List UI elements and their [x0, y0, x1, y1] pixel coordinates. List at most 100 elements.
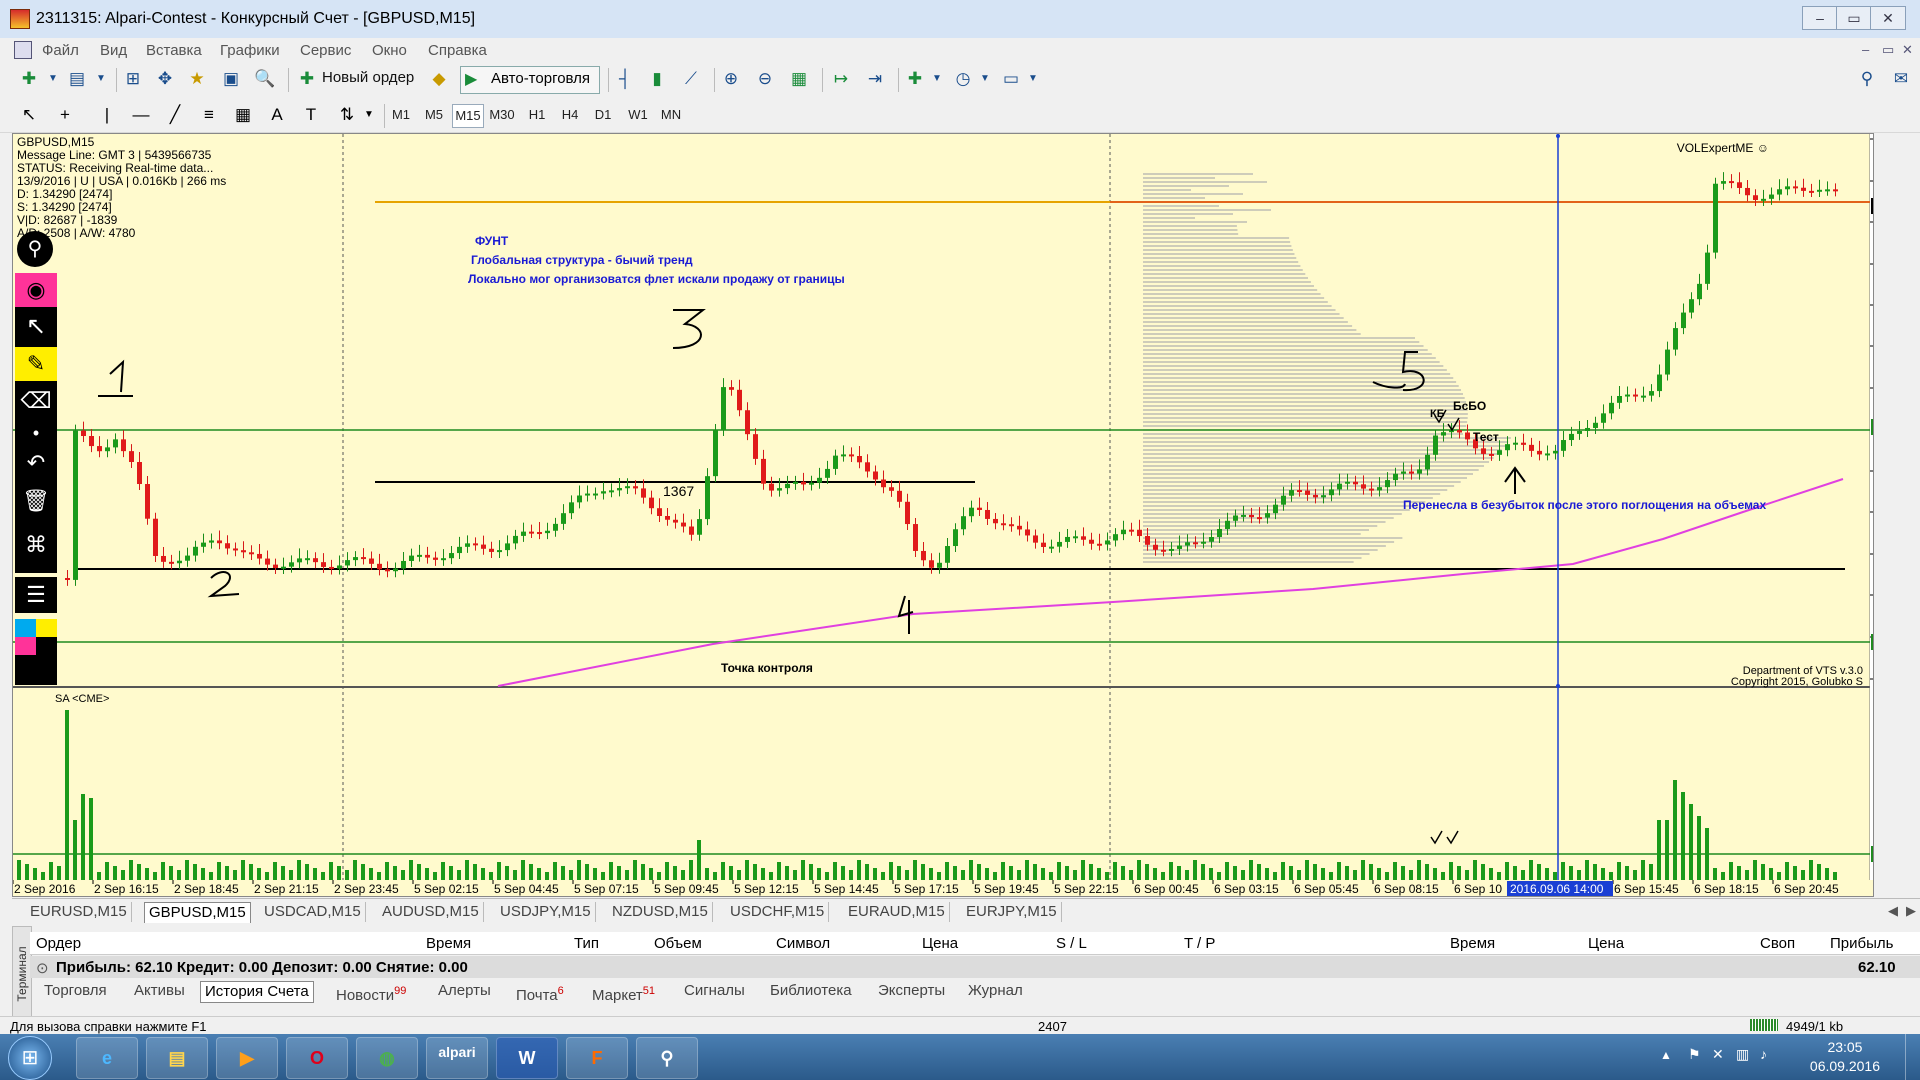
eraser-icon[interactable]: ⌫ [15, 383, 57, 419]
time-axis[interactable]: 2 Sep 2016 2 Sep 16:15 2 Sep 18:45 2 Sep 21… [12, 880, 1839, 896]
chart-shift-icon[interactable]: ⇥ [864, 68, 886, 90]
chrome-icon[interactable]: ◍ [356, 1037, 418, 1079]
chevron-down-icon[interactable]: ▼ [358, 104, 380, 126]
color-swatch-black[interactable] [36, 637, 57, 655]
tester-icon[interactable]: 🔍 [254, 68, 276, 90]
chart-tab-usdchf[interactable]: USDCHF,M15 [726, 902, 830, 922]
menu-file[interactable]: Файл [42, 42, 79, 59]
chart-tab-nzdusd[interactable]: NZDUSD,M15 [608, 902, 713, 922]
start-button[interactable]: ⊞ [8, 1036, 52, 1080]
camera-icon[interactable]: ⌘ [15, 527, 57, 563]
tray-expand-icon[interactable]: ▲ [1660, 1048, 1672, 1062]
tab-market[interactable]: Маркет51 [588, 981, 659, 1004]
tab-trade[interactable]: Торговля [40, 981, 111, 1001]
tile-windows-icon[interactable]: ▦ [788, 68, 810, 90]
tab-alerts[interactable]: Алерты [434, 981, 495, 1001]
tray-flag-icon[interactable]: ⚑ [1688, 1046, 1701, 1063]
opera-icon[interactable]: O [286, 1037, 348, 1079]
arrows-icon[interactable]: ⇅ [336, 104, 358, 126]
column-swap[interactable]: Своп [1760, 935, 1795, 952]
auto-scroll-icon[interactable]: ↦ [830, 68, 852, 90]
column-close-time[interactable]: Время [1450, 935, 1495, 952]
fibonacci-icon[interactable]: ≡ [198, 104, 220, 126]
column-close-price[interactable]: Цена [1588, 935, 1624, 952]
menu-tools[interactable]: Сервис [300, 42, 351, 59]
chevron-down-icon[interactable]: ▼ [90, 68, 112, 90]
column-open-time[interactable]: Время [426, 935, 471, 952]
timeframe-m1[interactable]: M1 [386, 104, 416, 126]
system-clock[interactable]: 23:05 06.09.2016 [1810, 1038, 1880, 1076]
eye-icon[interactable]: ◉ [15, 273, 57, 307]
chart-tab-usdjpy[interactable]: USDJPY,M15 [496, 902, 596, 922]
timeframe-d1[interactable]: D1 [588, 104, 618, 126]
pointer-icon[interactable]: ↖ [15, 309, 57, 345]
search-icon[interactable]: ⚲ [1856, 68, 1878, 90]
chevron-right-icon[interactable]: ▶ [1906, 903, 1916, 919]
line-chart-icon[interactable]: ⟋ [680, 68, 702, 90]
dot-icon[interactable]: • [15, 421, 57, 445]
folder-icon[interactable]: ▤ [146, 1037, 208, 1079]
data-window-icon[interactable]: ✥ [154, 68, 176, 90]
timeframe-mn[interactable]: MN [656, 104, 686, 126]
chevron-down-icon[interactable]: ▼ [926, 68, 948, 90]
chevron-down-icon[interactable]: ▼ [42, 68, 64, 90]
volume-panel[interactable] [13, 688, 1873, 880]
menu-help[interactable]: Справка [428, 42, 487, 59]
close-button[interactable]: ✕ [1870, 6, 1906, 30]
chart-tab-audusd[interactable]: AUDUSD,M15 [378, 902, 484, 922]
mdi-close-button[interactable]: ✕ [1902, 42, 1913, 58]
column-take-profit[interactable]: T / P [1184, 935, 1215, 952]
tab-mailbox[interactable]: Почта6 [512, 981, 568, 1004]
menu-view[interactable]: Вид [100, 42, 127, 59]
alpari-app-icon[interactable]: alpari [426, 1037, 488, 1079]
tag-icon[interactable]: ✎ [15, 347, 57, 381]
undo-icon[interactable]: ↶ [15, 445, 57, 481]
autotrading-button[interactable]: ▶ Авто-торговля [460, 66, 600, 94]
bar-chart-icon[interactable]: ┤ [614, 68, 636, 90]
price-panel[interactable] [13, 134, 1873, 686]
mdi-minimize-button[interactable]: – [1862, 42, 1869, 57]
vertical-line-icon[interactable]: | [96, 104, 118, 126]
metaeditor-icon[interactable]: ◆ [428, 68, 450, 90]
column-profit[interactable]: Прибыль [1830, 935, 1893, 952]
zoom-out-icon[interactable]: ⊖ [754, 68, 776, 90]
templates-icon[interactable]: ▭ [1000, 68, 1022, 90]
channel-icon[interactable]: ▦ [232, 104, 254, 126]
timeframe-m30[interactable]: M30 [487, 104, 517, 126]
chart-window[interactable]: GBPUSD,M15 Message Line: GMT 3 | 5439566… [12, 133, 1920, 897]
column-volume[interactable]: Объем [654, 935, 702, 952]
column-stop-loss[interactable]: S / L [1056, 935, 1087, 952]
menu-window[interactable]: Окно [372, 42, 407, 59]
cursor-icon[interactable]: ↖ [18, 104, 40, 126]
column-symbol[interactable]: Символ [776, 935, 830, 952]
minimize-button[interactable]: – [1802, 6, 1838, 30]
trendline-icon[interactable]: ╱ [164, 104, 186, 126]
new-order-icon[interactable]: ✚ [296, 68, 318, 90]
column-type[interactable]: Тип [574, 935, 599, 952]
chevron-down-icon[interactable]: ▼ [974, 68, 996, 90]
timeframe-h4[interactable]: H4 [555, 104, 585, 126]
timeframe-m5[interactable]: M5 [419, 104, 449, 126]
chart-tab-eurjpy[interactable]: EURJPY,M15 [962, 902, 1062, 922]
pin-logo-icon[interactable]: ⚲ [17, 231, 53, 267]
tray-volume-icon[interactable]: ♪ [1760, 1046, 1767, 1062]
new-order-button[interactable]: Новый ордер [322, 66, 414, 90]
text-icon[interactable]: A [266, 104, 288, 126]
media-player-icon[interactable]: ▶ [216, 1037, 278, 1079]
menu-insert[interactable]: Вставка [146, 42, 202, 59]
color-swatch-magenta[interactable] [15, 637, 36, 655]
maximize-button[interactable]: ▭ [1836, 6, 1872, 30]
column-order[interactable]: Ордер [36, 935, 81, 952]
candlestick-icon[interactable]: ▮ [646, 68, 668, 90]
tray-network-icon[interactable]: ▥ [1736, 1046, 1749, 1063]
list-icon[interactable]: ☰ [15, 577, 57, 613]
tab-journal[interactable]: Журнал [964, 981, 1027, 1001]
ie-icon[interactable]: e [76, 1037, 138, 1079]
color-swatch-yellow[interactable] [36, 619, 57, 637]
collapse-icon[interactable]: ⊙ [36, 959, 49, 977]
tab-signals[interactable]: Сигналы [680, 981, 749, 1001]
profiles-icon[interactable]: ▤ [66, 68, 88, 90]
terminal-icon[interactable]: ▣ [220, 68, 242, 90]
market-watch-icon[interactable]: ⊞ [122, 68, 144, 90]
chevron-down-icon[interactable]: ▼ [1022, 68, 1044, 90]
